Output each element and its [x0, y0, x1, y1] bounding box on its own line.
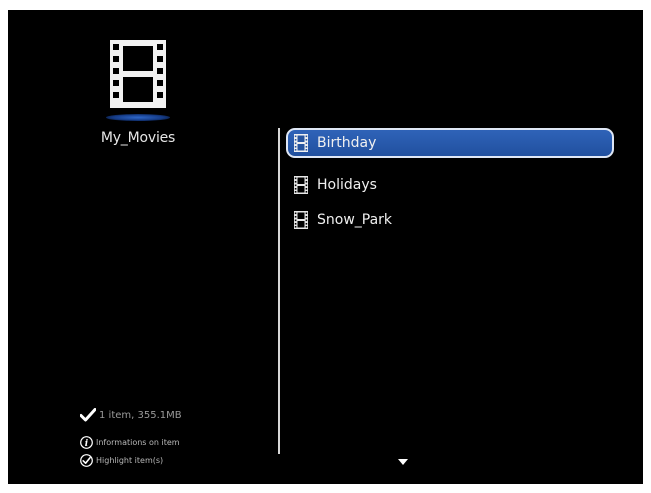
panel-divider [278, 128, 280, 454]
check-circle-icon [80, 454, 93, 467]
folder-highlight-glow [106, 114, 170, 121]
svg-text:i: i [85, 439, 89, 449]
folder-title: My_Movies [100, 130, 176, 146]
checkmark-icon [80, 408, 96, 422]
media-browser-screen: My_Movies Birthday Holidays Snow_Park 1 … [8, 10, 643, 484]
selection-status: 1 item, 355.1MB [80, 408, 182, 422]
status-text: 1 item, 355.1MB [99, 409, 182, 421]
list-item-label: Snow_Park [317, 212, 393, 228]
info-hint-text: Informations on item [96, 438, 180, 447]
info-icon: i [80, 436, 93, 449]
film-icon [110, 40, 166, 108]
list-item-label: Holidays [317, 177, 377, 193]
list-item-birthday[interactable]: Birthday [286, 128, 614, 158]
highlight-hint-text: Highlight item(s) [96, 456, 164, 465]
scroll-down-arrow-icon[interactable] [398, 459, 408, 466]
list-item-snow-park[interactable]: Snow_Park [286, 205, 614, 235]
highlight-hint: Highlight item(s) [80, 454, 163, 467]
film-icon [294, 134, 308, 152]
film-icon [294, 211, 308, 229]
film-icon [294, 176, 308, 194]
info-hint: i Informations on item [80, 436, 180, 449]
list-item-label: Birthday [317, 135, 377, 151]
list-item-holidays[interactable]: Holidays [286, 170, 614, 200]
